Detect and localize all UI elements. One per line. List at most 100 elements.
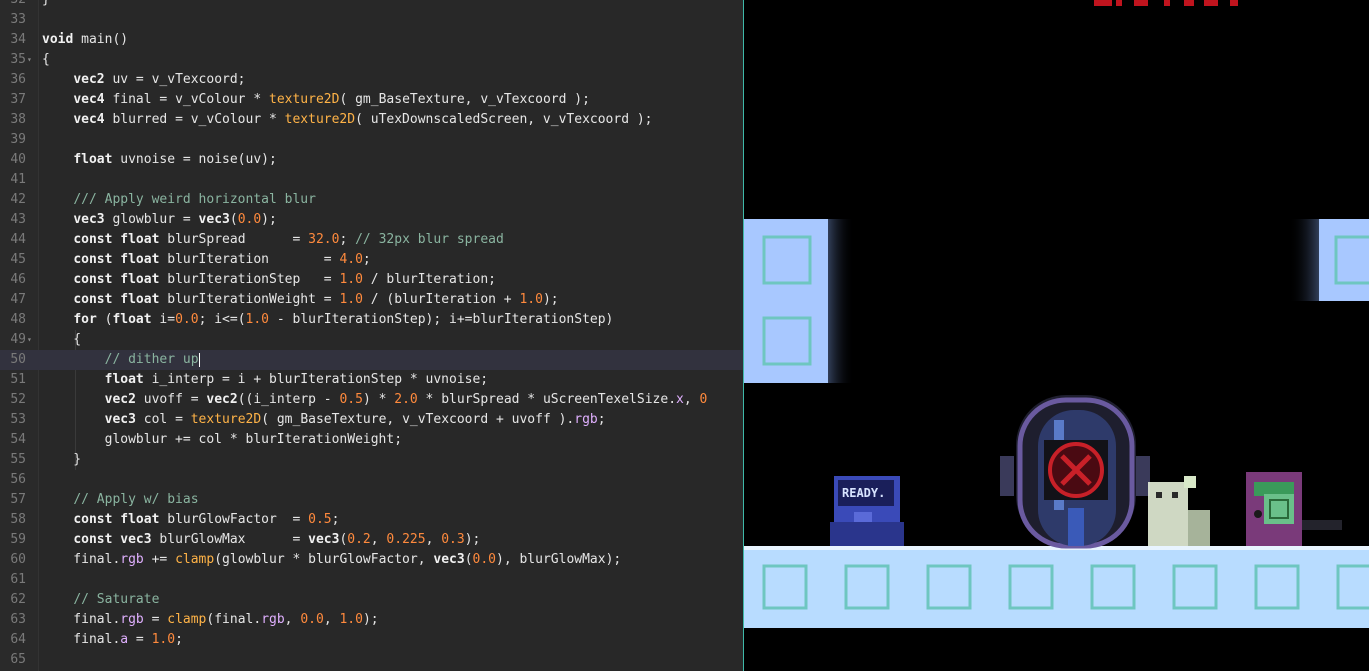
line-text: const float blurGlowFactor = 0.5; (42, 510, 339, 530)
code-token: vec3 (120, 532, 152, 547)
code-token: uvoff = (135, 392, 207, 407)
code-line[interactable]: 37 vec4 final = v_vColour * texture2D( g… (0, 90, 743, 110)
code-token: ( uTexDownscaledScreen, v_vTexcoord ); (355, 112, 653, 127)
code-line[interactable]: 47 const float blurIterationWeight = 1.0… (0, 290, 743, 310)
code-token: rgb (120, 552, 144, 567)
code-line[interactable]: 41 (0, 170, 743, 190)
code-token: rgb (120, 612, 144, 627)
code-editor[interactable]: 32}3334void main()35▾{36 vec2 uv = v_vTe… (0, 0, 743, 671)
code-token: // Saturate (73, 592, 160, 607)
code-line[interactable]: 59 const vec3 blurGlowMax = vec3(0.2, 0.… (0, 530, 743, 550)
line-number: 48 (10, 312, 26, 327)
code-token: x (676, 392, 684, 407)
code-token: main() (73, 32, 129, 47)
code-token: 1.0 (339, 272, 363, 287)
code-lines[interactable]: 32}3334void main()35▾{36 vec2 uv = v_vTe… (0, 0, 743, 670)
code-token: , (425, 532, 442, 547)
code-line[interactable]: 43 vec3 glowblur = vec3(0.0); (0, 210, 743, 230)
code-line[interactable]: 53 vec3 col = texture2D( gm_BaseTexture,… (0, 410, 743, 430)
code-token: ( (96, 312, 113, 327)
line-number: 41 (10, 172, 26, 187)
line-number: 62 (10, 592, 26, 607)
code-token: blurSpread = (159, 232, 309, 247)
code-token: += (143, 552, 176, 567)
code-line[interactable]: 34 void main() (0, 30, 743, 50)
code-line[interactable]: 32} (0, 0, 743, 10)
left-wall-tiles (744, 219, 854, 383)
code-token: // Apply w/ bias (73, 492, 199, 507)
code-token: // dither up (104, 352, 199, 367)
code-line[interactable]: 50 // dither up (0, 350, 743, 370)
line-number: 33 (10, 12, 26, 27)
code-token: ); (362, 612, 379, 627)
code-token: /// Apply weird horizontal blur (73, 192, 316, 207)
line-text: vec4 blurred = v_vColour * texture2D( uT… (42, 110, 653, 130)
code-token: const (73, 272, 113, 287)
code-line[interactable]: 35 ▾ { (0, 50, 743, 70)
code-token: ; i<=( (198, 312, 246, 327)
code-line[interactable]: 36 vec2 uv = v_vTexcoord; (0, 70, 743, 90)
line-number: 59 (10, 532, 26, 547)
line-text: { (42, 50, 50, 70)
code-token: vec2 (206, 392, 238, 407)
code-token: uv = v_vTexcoord; (104, 72, 246, 87)
fold-toggle-icon[interactable]: ▾ (27, 330, 32, 350)
line-number: 64 (10, 632, 26, 647)
code-line[interactable]: 56 (0, 470, 743, 490)
code-line[interactable]: 45 const float blurIteration = 4.0; (0, 250, 743, 270)
code-line[interactable]: 42 /// Apply weird horizontal blur (0, 190, 743, 210)
code-token: void (42, 32, 74, 47)
code-token: 1.0 (519, 292, 543, 307)
code-line[interactable]: 46 const float blurIterationStep = 1.0 /… (0, 270, 743, 290)
code-token: 0.3 (441, 532, 465, 547)
code-line[interactable]: 62 // Saturate (0, 590, 743, 610)
code-token: blurIterationStep = (159, 272, 340, 287)
code-line[interactable]: 54 glowblur += col * blurIterationWeight… (0, 430, 743, 450)
code-line[interactable]: 51 float i_interp = i + blurIterationSte… (0, 370, 743, 390)
code-line[interactable]: 52 vec2 uvoff = vec2((i_interp - 0.5) * … (0, 390, 743, 410)
code-token: ; (175, 632, 183, 647)
code-line[interactable]: 39 (0, 130, 743, 150)
line-text: vec2 uvoff = vec2((i_interp - 0.5) * 2.0… (42, 390, 708, 410)
line-text: const float blurSpread = 32.0; // 32px b… (42, 230, 504, 250)
line-number: 43 (10, 212, 26, 227)
line-text: vec4 final = v_vColour * texture2D( gm_B… (42, 90, 590, 110)
code-token: float (104, 372, 144, 387)
code-line[interactable]: 38 vec4 blurred = v_vColour * texture2D(… (0, 110, 743, 130)
code-token: float (120, 252, 160, 267)
line-number: 61 (10, 572, 26, 587)
code-line[interactable]: 63 final.rgb = clamp(final.rgb, 0.0, 1.0… (0, 610, 743, 630)
code-line[interactable]: 48 for (float i=0.0; i<=(1.0 - blurItera… (0, 310, 743, 330)
code-line[interactable]: 61 (0, 570, 743, 590)
code-line[interactable]: 64 final.a = 1.0; (0, 630, 743, 650)
code-token: (final. (206, 612, 262, 627)
code-token: uvnoise = noise(uv); (112, 152, 277, 167)
line-number: 60 (10, 552, 26, 567)
line-text: const float blurIteration = 4.0; (42, 250, 370, 270)
code-line[interactable]: 65 (0, 650, 743, 670)
line-text: float uvnoise = noise(uv); (42, 150, 277, 170)
code-token: float (120, 272, 160, 287)
code-line[interactable]: 49 ▾ { (0, 330, 743, 350)
line-text: for (float i=0.0; i<=(1.0 - blurIteratio… (42, 310, 613, 330)
code-line[interactable]: 57 // Apply w/ bias (0, 490, 743, 510)
code-line[interactable]: 33 (0, 10, 743, 30)
code-token: 0.0 (472, 552, 496, 567)
code-line[interactable]: 55 } (0, 450, 743, 470)
code-line[interactable]: 60 final.rgb += clamp(glowblur * blurGlo… (0, 550, 743, 570)
code-token: ( gm_BaseTexture, v_vTexcoord + uvoff ). (261, 412, 575, 427)
code-line[interactable]: 40 float uvnoise = noise(uv); (0, 150, 743, 170)
fold-toggle-icon[interactable]: ▾ (27, 50, 32, 70)
line-text: const float blurIterationWeight = 1.0 / … (42, 290, 558, 310)
code-line[interactable]: 44 const float blurSpread = 32.0; // 32p… (0, 230, 743, 250)
code-token: float (73, 152, 113, 167)
line-number: 50 (10, 352, 26, 367)
code-line[interactable]: 58 const float blurGlowFactor = 0.5; (0, 510, 743, 530)
